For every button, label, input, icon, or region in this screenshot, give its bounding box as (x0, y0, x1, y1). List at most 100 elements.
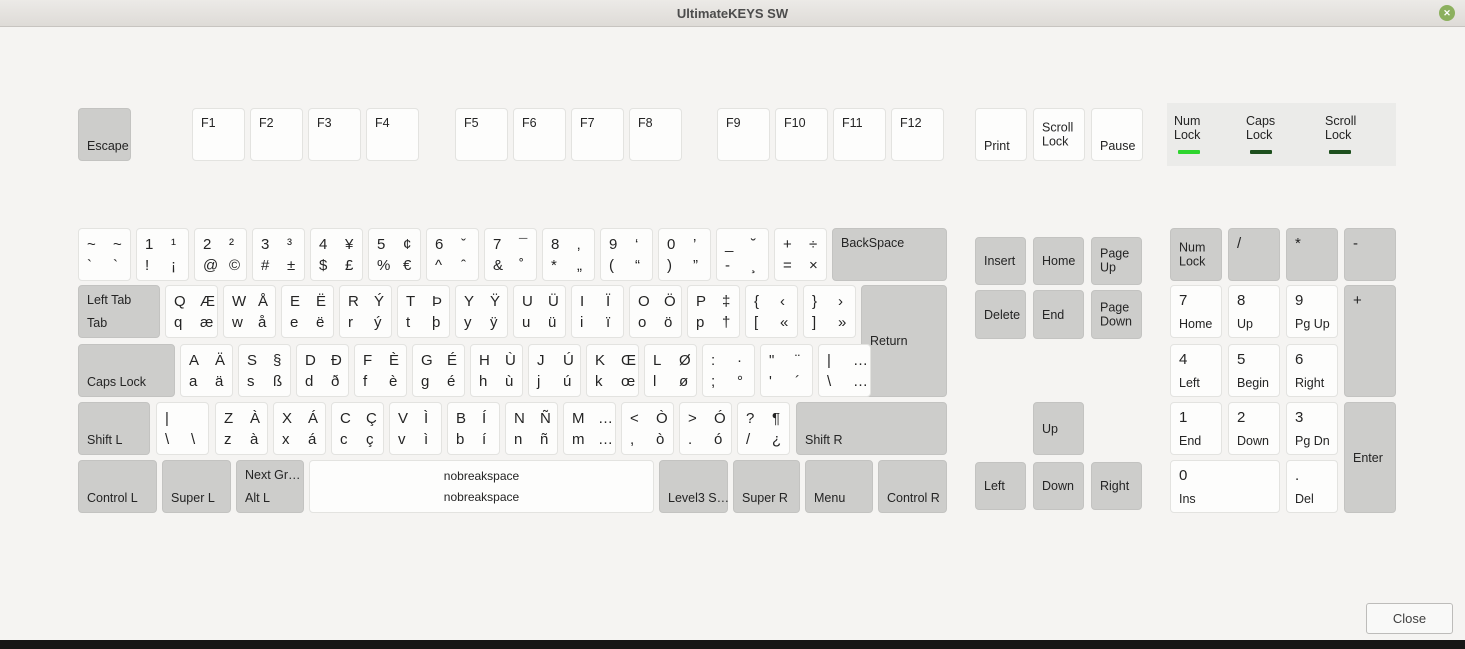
key-v[interactable]: VÌvì (389, 402, 442, 455)
key-kp-multiply[interactable]: * (1286, 228, 1338, 281)
key-super-r[interactable]: Super R (733, 460, 800, 513)
key-kp-subtract[interactable]: - (1344, 228, 1396, 281)
key-menu[interactable]: Menu (805, 460, 873, 513)
key-shift-l[interactable]: Shift L (78, 402, 150, 455)
key-bracket-right[interactable]: }›]» (803, 285, 856, 338)
key-kp-5[interactable]: 5Begin (1228, 344, 1280, 397)
key-page-up[interactable]: PageUp (1091, 237, 1142, 285)
key-f11[interactable]: F11 (833, 108, 886, 161)
key-control-r[interactable]: Control R (878, 460, 947, 513)
key-less-greater[interactable]: |\\ (156, 402, 209, 455)
key-end[interactable]: End (1033, 290, 1084, 339)
key-p[interactable]: P‡p† (687, 285, 740, 338)
key-kp-3[interactable]: 3Pg Dn (1286, 402, 1338, 455)
key-z[interactable]: ZÀzà (215, 402, 268, 455)
key-y[interactable]: YŸyÿ (455, 285, 508, 338)
key-n[interactable]: NÑnñ (505, 402, 558, 455)
key-arrow-down[interactable]: Down (1033, 462, 1084, 510)
key-f6[interactable]: F6 (513, 108, 566, 161)
key-x[interactable]: XÁxá (273, 402, 326, 455)
key-print[interactable]: Print (975, 108, 1027, 161)
key-minus[interactable]: _˘-¸ (716, 228, 769, 281)
key-backspace[interactable]: BackSpace (832, 228, 947, 281)
key-kp-4[interactable]: 4Left (1170, 344, 1222, 397)
key-f1[interactable]: F1 (192, 108, 245, 161)
key-page-down[interactable]: PageDown (1091, 290, 1142, 339)
key-control-l[interactable]: Control L (78, 460, 157, 513)
key-escape[interactable]: Escape (78, 108, 131, 161)
key-kp-enter[interactable]: Enter (1344, 402, 1396, 513)
key-2[interactable]: 2²@© (194, 228, 247, 281)
key-q[interactable]: QÆqæ (165, 285, 218, 338)
key-b[interactable]: BÍbí (447, 402, 500, 455)
key-grave[interactable]: ~~`` (78, 228, 131, 281)
key-f12[interactable]: F12 (891, 108, 944, 161)
key-kp-0[interactable]: 0Ins (1170, 460, 1280, 513)
key-kp-num-lock[interactable]: NumLock (1170, 228, 1222, 281)
key-k[interactable]: KŒkœ (586, 344, 639, 397)
close-button[interactable]: Close (1366, 603, 1453, 634)
key-kp-9[interactable]: 9Pg Up (1286, 285, 1338, 338)
key-caps-lock[interactable]: Caps Lock (78, 344, 175, 397)
key-4[interactable]: 4¥$£ (310, 228, 363, 281)
key-m[interactable]: M…m… (563, 402, 616, 455)
key-kp-decimal[interactable]: .Del (1286, 460, 1338, 513)
key-f3[interactable]: F3 (308, 108, 361, 161)
key-kp-1[interactable]: 1End (1170, 402, 1222, 455)
key-l[interactable]: LØlø (644, 344, 697, 397)
key-g[interactable]: GÉgé (412, 344, 465, 397)
key-6[interactable]: 6ˇ^ˆ (426, 228, 479, 281)
key-3[interactable]: 3³#± (252, 228, 305, 281)
key-h[interactable]: HÙhù (470, 344, 523, 397)
key-f10[interactable]: F10 (775, 108, 828, 161)
window-close-button[interactable]: ✕ (1439, 5, 1455, 21)
key-f[interactable]: FÈfè (354, 344, 407, 397)
key-tab[interactable]: Left TabTab (78, 285, 160, 338)
key-8[interactable]: 8‚*„ (542, 228, 595, 281)
key-kp-2[interactable]: 2Down (1228, 402, 1280, 455)
key-f9[interactable]: F9 (717, 108, 770, 161)
key-kp-add[interactable]: + (1344, 285, 1396, 397)
key-apostrophe[interactable]: "¨'´ (760, 344, 813, 397)
key-delete[interactable]: Delete (975, 290, 1026, 339)
key-i[interactable]: IÏiï (571, 285, 624, 338)
key-c[interactable]: CÇcç (331, 402, 384, 455)
key-arrow-right[interactable]: Right (1091, 462, 1142, 510)
key-pause[interactable]: Pause (1091, 108, 1143, 161)
key-home[interactable]: Home (1033, 237, 1084, 285)
key-f4[interactable]: F4 (366, 108, 419, 161)
key-a[interactable]: AÄaä (180, 344, 233, 397)
key-t[interactable]: TÞtþ (397, 285, 450, 338)
key-f5[interactable]: F5 (455, 108, 508, 161)
key-7[interactable]: 7¯&˚ (484, 228, 537, 281)
key-w[interactable]: WÅwå (223, 285, 276, 338)
key-arrow-up[interactable]: Up (1033, 402, 1084, 455)
key-slash[interactable]: ?¶/¿ (737, 402, 790, 455)
key-f8[interactable]: F8 (629, 108, 682, 161)
key-f2[interactable]: F2 (250, 108, 303, 161)
key-bracket-left[interactable]: {‹[« (745, 285, 798, 338)
key-shift-r[interactable]: Shift R (796, 402, 947, 455)
key-9[interactable]: 9‘(“ (600, 228, 653, 281)
key-e[interactable]: EËeë (281, 285, 334, 338)
key-alt-l[interactable]: Next Gr…Alt L (236, 460, 304, 513)
key-return[interactable]: Return (861, 285, 947, 397)
key-level3-shift[interactable]: Level3 S… (659, 460, 728, 513)
key-u[interactable]: UÜuü (513, 285, 566, 338)
key-kp-7[interactable]: 7Home (1170, 285, 1222, 338)
key-s[interactable]: S§sß (238, 344, 291, 397)
key-insert[interactable]: Insert (975, 237, 1026, 285)
key-comma[interactable]: <Ò,ò (621, 402, 674, 455)
key-r[interactable]: RÝrý (339, 285, 392, 338)
key-space[interactable]: nobreakspacenobreakspace (309, 460, 654, 513)
key-kp-6[interactable]: 6Right (1286, 344, 1338, 397)
key-kp-8[interactable]: 8Up (1228, 285, 1280, 338)
key-arrow-left[interactable]: Left (975, 462, 1026, 510)
key-super-l[interactable]: Super L (162, 460, 231, 513)
key-f7[interactable]: F7 (571, 108, 624, 161)
key-d[interactable]: DÐdð (296, 344, 349, 397)
key-scroll-lock[interactable]: ScrollLock (1033, 108, 1085, 161)
key-backslash[interactable]: |…\… (818, 344, 871, 397)
key-semicolon[interactable]: :·;° (702, 344, 755, 397)
key-kp-divide[interactable]: / (1228, 228, 1280, 281)
